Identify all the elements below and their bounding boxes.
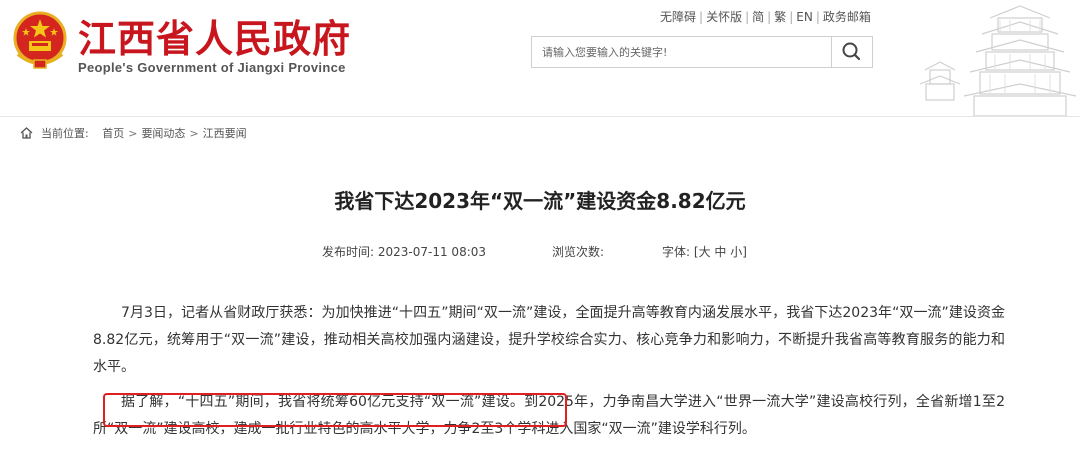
publish-time: 2023-07-11 08:03 [377,245,487,259]
search-box [531,36,873,68]
breadcrumb-arrow: > [189,127,199,140]
gov-mail-link[interactable]: 政务邮箱 [823,10,871,24]
search-input[interactable] [532,37,852,67]
article-title: 我省下达2023年“双一流”建设资金8.82亿元 [334,189,746,213]
pagoda-illustration [919,5,1077,116]
accessibility-link[interactable]: 无障碍 [660,10,696,24]
font-small-button[interactable]: 小 [730,245,742,259]
breadcrumb: 当前位置: 首页 > 要闻动态 > 江西要闻 [20,125,247,141]
breadcrumb-arrow: > [128,127,138,140]
search-icon [842,42,861,61]
care-version-link[interactable]: 关怀版 [706,10,742,24]
site-title[interactable]: 江西省人民政府 [78,8,351,63]
paragraph-2: 据了解，“十四五”期间，我省将统筹60亿元支持“双一流”建设。到2025年，力争… [93,389,1005,443]
publish-label: 发布时间: [322,245,375,259]
views-label: 浏览次数: [552,245,605,259]
publish-info: 发布时间: 2023-07-11 08:03 [322,243,486,260]
top-links: 无障碍 | 关怀版 | 简 | 繁 | EN | 政务邮箱 [660,8,871,25]
font-large-button[interactable]: 大 [699,245,711,259]
paragraph-1: 7月3日，记者从省财政厅获悉：为加快推进“十四五”期间“双一流”建设，全面提升高… [93,305,1005,375]
breadcrumb-label: 当前位置: [41,127,89,140]
site-header: 江西省人民政府 People's Government of Jiangxi P… [0,0,1080,116]
font-bracket-close: ] [742,245,747,259]
separator: | [699,10,704,24]
site-subtitle: People's Government of Jiangxi Province [78,60,346,75]
highlighted-sentence: 据了解，“十四五”期间，我省将统筹60亿元支持“双一流”建设。 [121,394,525,410]
national-emblem-icon [13,11,67,69]
separator: | [789,10,794,24]
breadcrumb-jiangxi-news[interactable]: 江西要闻 [203,127,247,140]
article-body: 7月3日，记者从省财政厅获悉：为加快推进“十四五”期间“双一流”建设，全面提升高… [93,300,1005,451]
breadcrumb-news[interactable]: 要闻动态 [141,127,185,140]
search-button[interactable] [831,37,872,67]
home-icon [20,127,33,139]
traditional-chinese-link[interactable]: 繁 [774,10,786,24]
simplified-chinese-link[interactable]: 简 [752,10,764,24]
english-link[interactable]: EN [796,10,813,24]
font-medium-button[interactable]: 中 [714,245,726,259]
font-size-control: 字体: [大 中 小] [662,243,747,260]
separator: | [767,10,772,24]
separator: | [745,10,750,24]
font-label: 字体: [662,245,691,259]
breadcrumb-home[interactable]: 首页 [102,127,124,140]
header-divider [0,116,1080,117]
separator: | [815,10,820,24]
